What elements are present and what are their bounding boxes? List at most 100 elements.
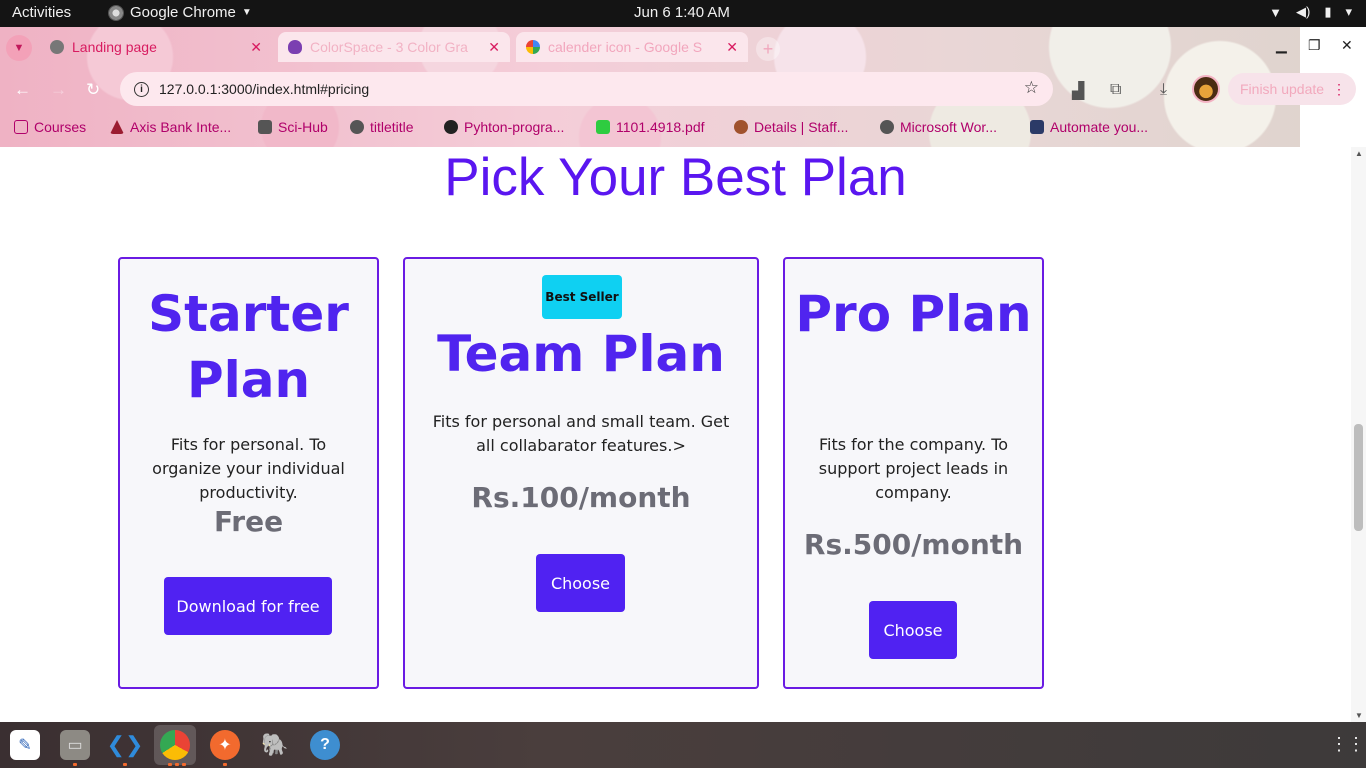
scroll-up-icon[interactable]: ▲: [1355, 149, 1363, 158]
dock: ✎ ▭ ❮❯ ✦ 🐘 ? ⋮⋮⋮: [0, 722, 1366, 768]
smiley-icon: [596, 120, 610, 134]
running-indicator: [223, 763, 227, 766]
tab-colorspace[interactable]: ColorSpace - 3 Color Gra ✕: [278, 32, 510, 62]
choose-pro-button[interactable]: Choose: [869, 601, 957, 659]
chrome-icon[interactable]: [160, 730, 190, 760]
app-menu[interactable]: Google Chrome ▼: [108, 4, 252, 21]
tab-label: calender icon - Google S: [548, 39, 703, 55]
plan-title: Team Plan: [437, 325, 725, 383]
plan-description: Fits for personal. To organize your indi…: [152, 435, 345, 502]
back-arrow-icon[interactable]: ←: [14, 80, 31, 100]
page-title: Pick Your Best Plan: [444, 148, 907, 207]
scrollbar-thumb[interactable]: [1354, 424, 1363, 531]
bookmark-scihub[interactable]: Sci-Hub: [258, 119, 328, 135]
close-window-icon[interactable]: ✕: [1341, 37, 1353, 54]
info-icon[interactable]: i: [134, 81, 149, 97]
plan-title: Pro Plan: [795, 285, 1032, 343]
reload-icon[interactable]: ↻: [86, 80, 100, 100]
colorspace-icon: [288, 40, 302, 54]
plan-price: Rs.100/month: [471, 481, 691, 514]
bookmark-label: Sci-Hub: [278, 119, 328, 135]
minimize-icon[interactable]: ▁: [1276, 37, 1287, 54]
bookmark-label: Axis Bank Inte...: [130, 119, 232, 135]
scrollbar[interactable]: ▲ ▼: [1351, 147, 1366, 722]
running-indicator: [182, 763, 186, 766]
tds-icon: [1030, 120, 1044, 134]
forward-arrow-icon[interactable]: →: [50, 80, 67, 100]
help-icon[interactable]: ?: [310, 730, 340, 760]
chrome-icon: [108, 4, 124, 21]
running-indicator: [73, 763, 77, 766]
scihub-icon: [258, 120, 272, 134]
plan-card-pro: Pro Plan Fits for the company. To suppor…: [783, 257, 1044, 689]
app-menu-label: Google Chrome: [130, 4, 236, 21]
text-editor-icon[interactable]: ✎: [10, 730, 40, 760]
caret-down-icon: ▼: [241, 7, 252, 18]
avatar[interactable]: [1192, 75, 1220, 103]
postman-icon[interactable]: ✦: [210, 730, 240, 760]
best-seller-badge: Best Seller: [542, 275, 622, 319]
axis-bank-icon: [110, 120, 124, 134]
close-icon[interactable]: ✕: [250, 39, 262, 56]
new-tab-button[interactable]: +: [756, 37, 780, 61]
bookmark-python[interactable]: Pyhton-progra...: [444, 119, 564, 135]
bookmark-pdf[interactable]: 1101.4918.pdf: [596, 119, 705, 135]
bookmark-staff[interactable]: Details | Staff...: [734, 119, 848, 135]
activities-button[interactable]: Activities: [12, 4, 71, 21]
folder-icon: [14, 120, 28, 134]
tab-label: Landing page: [72, 39, 157, 55]
bookmark-label: titletitle: [370, 119, 414, 135]
bookmark-label: Automate you...: [1050, 119, 1149, 135]
bookmark-label: Pyhton-progra...: [464, 119, 565, 135]
close-icon[interactable]: ✕: [488, 39, 500, 56]
download-icon[interactable]: ⤓: [1160, 81, 1167, 99]
plan-description: Fits for personal and small team. Get al…: [432, 412, 730, 455]
plan-price: Free: [213, 505, 284, 538]
bookmark-microsoft[interactable]: Microsoft Wor...: [880, 119, 997, 135]
volume-icon: ◀): [1295, 4, 1311, 19]
battery-icon: ▮: [1324, 4, 1332, 19]
bookmark-automate[interactable]: Automate you...: [1030, 119, 1148, 135]
tab-google-search[interactable]: calender icon - Google S ✕: [516, 32, 748, 62]
finish-update-button[interactable]: Finish update ⋮: [1228, 73, 1356, 105]
globe-icon: [880, 120, 894, 134]
clock[interactable]: Jun 6 1:40 AM: [634, 4, 730, 21]
url-text[interactable]: 127.0.0.1:3000/index.html#pricing: [159, 81, 369, 97]
finish-update-label: Finish update: [1240, 81, 1325, 97]
plan-price: Rs.500/month: [803, 528, 1024, 561]
star-icon[interactable]: ☆: [1024, 78, 1039, 98]
choose-team-button[interactable]: Choose: [536, 554, 625, 612]
tab-search-button[interactable]: ▼: [6, 35, 32, 61]
address-bar[interactable]: i 127.0.0.1:3000/index.html#pricing ☆: [120, 72, 1053, 106]
running-indicator: [175, 763, 179, 766]
show-apps-icon[interactable]: ⋮⋮⋮: [1330, 734, 1366, 755]
files-icon[interactable]: ▭: [60, 730, 90, 760]
download-for-free-button[interactable]: Download for free: [164, 577, 332, 635]
running-indicator: [168, 763, 172, 766]
tab-landing-page[interactable]: Landing page ✕: [40, 32, 272, 62]
plan-card-team: Best Seller Team Plan Fits for personal …: [403, 257, 759, 689]
wifi-icon: ▼: [1269, 4, 1282, 20]
more-vert-icon: ⋮: [1332, 80, 1346, 97]
close-icon[interactable]: ✕: [726, 39, 738, 56]
bookmark-label: Details | Staff...: [754, 119, 849, 135]
vscode-icon[interactable]: ❮❯: [107, 730, 144, 760]
bookmark-courses[interactable]: Courses: [14, 119, 86, 135]
maximize-icon[interactable]: ❐: [1308, 37, 1321, 54]
google-icon: [526, 40, 540, 54]
globe-icon: [50, 40, 64, 54]
caret-down-icon: ▾: [1345, 4, 1352, 19]
running-indicator: [123, 763, 127, 766]
puzzle-icon[interactable]: ⧉: [1110, 81, 1121, 99]
browser-chrome: ▼ Landing page ✕ ColorSpace - 3 Color Gr…: [0, 27, 1366, 147]
plan-description: Fits for the company. To support project…: [818, 435, 1009, 502]
extension-metrics-icon[interactable]: ▟: [1072, 81, 1084, 101]
bookmark-label: 1101.4918.pdf: [616, 119, 705, 135]
emblem-icon: [734, 120, 748, 134]
bookmark-titletitle[interactable]: titletitle: [350, 119, 414, 135]
status-menu[interactable]: ▼ ◀) ▮ ▾: [1269, 4, 1352, 20]
system-top-bar: Activities Google Chrome ▼ Jun 6 1:40 AM…: [0, 0, 1366, 27]
bookmark-axis-bank[interactable]: Axis Bank Inte...: [110, 119, 231, 135]
postgresql-icon[interactable]: 🐘: [260, 730, 290, 760]
scroll-down-icon[interactable]: ▼: [1355, 711, 1363, 720]
